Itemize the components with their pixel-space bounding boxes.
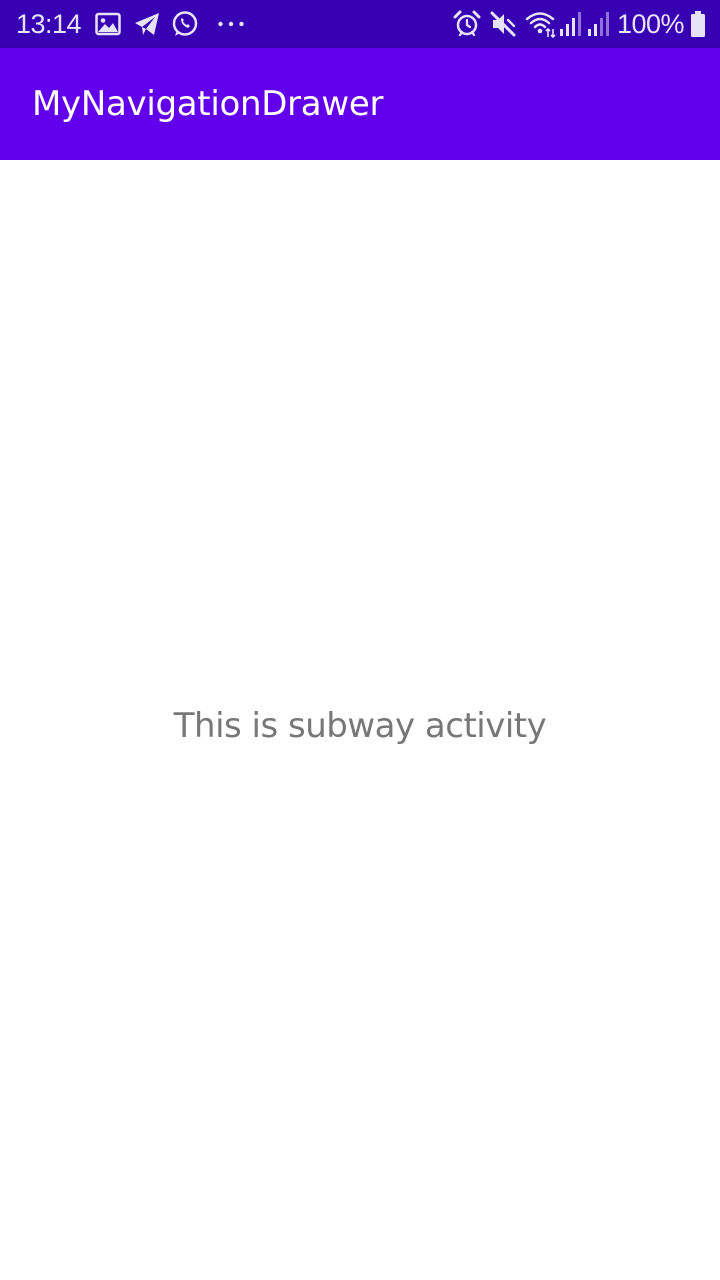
signal-icon (559, 0, 583, 48)
signal-icon-2 (587, 0, 611, 48)
activity-message: This is subway activity (173, 706, 547, 746)
status-bar: 13:14 100% (0, 0, 720, 48)
battery-icon (690, 0, 706, 48)
alarm-icon (453, 0, 481, 48)
app-bar: MyNavigationDrawer (0, 48, 720, 160)
status-time: 13:14 (16, 8, 82, 39)
telegram-icon (133, 0, 161, 48)
app-title: MyNavigationDrawer (32, 84, 384, 124)
main-content: This is subway activity (0, 160, 720, 1280)
whatsapp-icon (171, 0, 199, 48)
battery-percent: 100% (616, 8, 685, 39)
image-icon (95, 0, 121, 48)
mute-icon (489, 0, 517, 48)
status-bar-left: 13:14 (16, 0, 245, 48)
more-dots-icon (217, 0, 245, 48)
status-bar-right: 100% (453, 0, 706, 48)
wifi-icon (525, 0, 557, 48)
